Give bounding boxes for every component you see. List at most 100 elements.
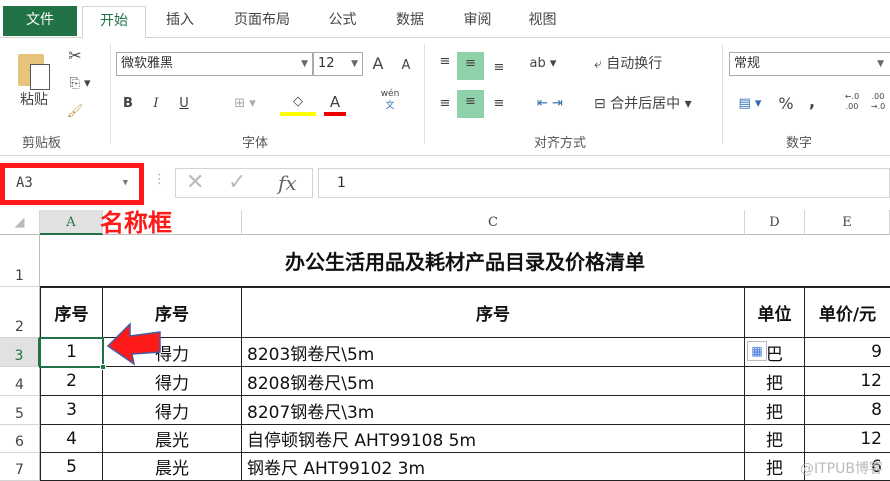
header-cell[interactable]: 序号 (40, 287, 103, 338)
insert-function-button[interactable]: fx (278, 169, 297, 197)
cancel-icon[interactable]: ✕ (186, 169, 204, 197)
watermark: @ITPUB博客 (800, 461, 883, 477)
col-header-c[interactable]: C (242, 210, 745, 235)
tab-data[interactable]: 数据 (380, 6, 440, 38)
font-name-select[interactable]: 微软雅黑 ▼ (116, 52, 313, 76)
seq-cell[interactable]: 3 (40, 396, 103, 425)
row-header-5[interactable]: 5 (0, 396, 40, 425)
underline-button[interactable]: U (174, 92, 194, 116)
price-cell[interactable]: 9 (805, 338, 890, 367)
tab-review[interactable]: 审阅 (450, 6, 505, 38)
percent-button[interactable]: % (776, 92, 796, 116)
indent-icons[interactable]: ⇤ ⇥ (526, 92, 574, 116)
grow-font-button[interactable]: A (368, 52, 388, 76)
name-box[interactable]: A3 ▼ (8, 169, 138, 197)
bold-button[interactable]: B (118, 92, 138, 116)
brand-cell[interactable]: 得力 (103, 396, 242, 425)
tab-view[interactable]: 视图 (515, 6, 570, 38)
brand-cell[interactable]: 晨光 (103, 425, 242, 453)
tab-file[interactable]: 文件 (3, 6, 77, 36)
tab-home[interactable]: 开始 (82, 6, 146, 39)
font-size-select[interactable]: 12 ▼ (313, 52, 363, 76)
merge-center-button[interactable]: ⊟ 合并后居中 ▾ (594, 92, 718, 116)
paste-button[interactable]: 粘贴 (16, 88, 52, 112)
row-header-4[interactable]: 4 (0, 367, 40, 396)
price-cell[interactable]: 8 (805, 396, 890, 425)
font-group-label: 字体 (242, 136, 269, 151)
cut-icon[interactable]: ✂ (64, 44, 86, 68)
row-header-2[interactable]: 2 (0, 287, 40, 338)
formula-bar: A3 ▼ ⋮ ✕ ✓ fx 1 (0, 160, 890, 205)
select-all[interactable]: ◢ (0, 210, 40, 235)
wrap-text-icon: ⤶ (594, 56, 602, 72)
number-format-select[interactable]: 常规 ▼ (729, 52, 890, 76)
header-cell[interactable]: 单价/元 (805, 287, 890, 338)
align-top-icon[interactable]: ≡ (434, 50, 456, 74)
borders-icon[interactable]: ⊞ ▾ (228, 92, 262, 116)
phonetic-char: 文 (385, 101, 395, 111)
increase-decimal-button[interactable]: ←.0 .00 (840, 92, 864, 116)
seq-cell[interactable]: 5 (40, 453, 103, 481)
merge-label: 合并后居中 (610, 96, 681, 112)
header-cell[interactable]: 序号 (242, 287, 745, 338)
unit-cell[interactable]: 把 (745, 396, 805, 425)
col-header-a[interactable]: A (40, 210, 103, 235)
fill-color-icon[interactable]: ◇ (280, 92, 316, 116)
product-cell[interactable]: 8208钢卷尺\5m (242, 367, 745, 396)
align-left-icon[interactable]: ≡ (434, 92, 456, 116)
col-header-e[interactable]: E (805, 210, 890, 235)
active-cell-selection (39, 337, 104, 368)
alignment-group-label: 对齐方式 (534, 136, 587, 151)
row-header-3[interactable]: 3 (0, 338, 40, 367)
brand-cell[interactable]: 得力 (103, 367, 242, 396)
wrap-text-button[interactable]: ⤶ 自动换行 (594, 52, 694, 76)
unit-cell[interactable]: 把 (745, 453, 805, 481)
align-right-icon[interactable]: ≡ (488, 92, 510, 116)
align-center-icon[interactable]: ≡ (457, 90, 484, 118)
font-color-icon[interactable]: A (324, 92, 346, 116)
unit-cell[interactable]: 把 (745, 367, 805, 396)
merge-icon: ⊟ (594, 96, 606, 112)
name-box-value: A3 (16, 175, 33, 191)
sheet-title-cell[interactable]: 办公生活用品及耗材产品目录及价格清单 (40, 235, 890, 287)
align-middle-icon[interactable]: ≡ (457, 52, 484, 80)
product-cell[interactable]: 8207钢卷尺\3m (242, 396, 745, 425)
product-cell[interactable]: 自停顿钢卷尺 AHT99108 5m (242, 425, 745, 453)
unit-cell[interactable]: 把 (745, 425, 805, 453)
header-cell[interactable]: 单位 (745, 287, 805, 338)
font-size-value: 12 (318, 56, 335, 71)
product-cell[interactable]: 钢卷尺 AHT99102 3m (242, 453, 745, 481)
col-header-d[interactable]: D (745, 210, 805, 235)
brand-cell[interactable]: 晨光 (103, 453, 242, 481)
enter-icon[interactable]: ✓ (228, 169, 246, 197)
row-header-1[interactable]: 1 (0, 235, 40, 287)
shrink-font-button[interactable]: A (396, 54, 416, 78)
row-header-7[interactable]: 7 (0, 453, 40, 481)
autofill-options-icon[interactable]: ▦ (747, 341, 767, 361)
price-cell[interactable]: 12 (805, 425, 890, 453)
align-bottom-icon[interactable]: ≡ (488, 56, 510, 80)
tab-formulas[interactable]: 公式 (315, 6, 370, 38)
format-painter-icon[interactable]: 🖌 (64, 100, 86, 124)
paste-icon[interactable] (18, 48, 54, 92)
font-name-value: 微软雅黑 (121, 56, 174, 71)
accounting-icon[interactable]: ▤ ▾ (732, 92, 768, 116)
formula-value: 1 (337, 175, 346, 191)
phonetic-icon[interactable]: wén 文 (378, 88, 402, 118)
comma-button[interactable]: , (804, 90, 820, 114)
name-box-annotation: 名称框 (100, 209, 172, 237)
italic-button[interactable]: I (146, 92, 166, 116)
decrease-decimal-button[interactable]: .00 →.0 (866, 92, 890, 116)
copy-icon[interactable]: ⎘ ▾ (64, 72, 96, 96)
price-cell[interactable]: 12 (805, 367, 890, 396)
tab-insert[interactable]: 插入 (150, 6, 210, 38)
seq-cell[interactable]: 2 (40, 367, 103, 396)
seq-cell[interactable]: 4 (40, 425, 103, 453)
tab-page-layout[interactable]: 页面布局 (220, 6, 304, 38)
formula-input[interactable]: 1 (318, 168, 890, 198)
row-header-6[interactable]: 6 (0, 425, 40, 453)
number-group-label: 数字 (786, 136, 813, 151)
orientation-icon[interactable]: ab ▾ (526, 52, 560, 76)
product-cell[interactable]: 8203钢卷尺\5m (242, 338, 745, 367)
clipboard-group-label: 剪贴板 (22, 136, 62, 151)
